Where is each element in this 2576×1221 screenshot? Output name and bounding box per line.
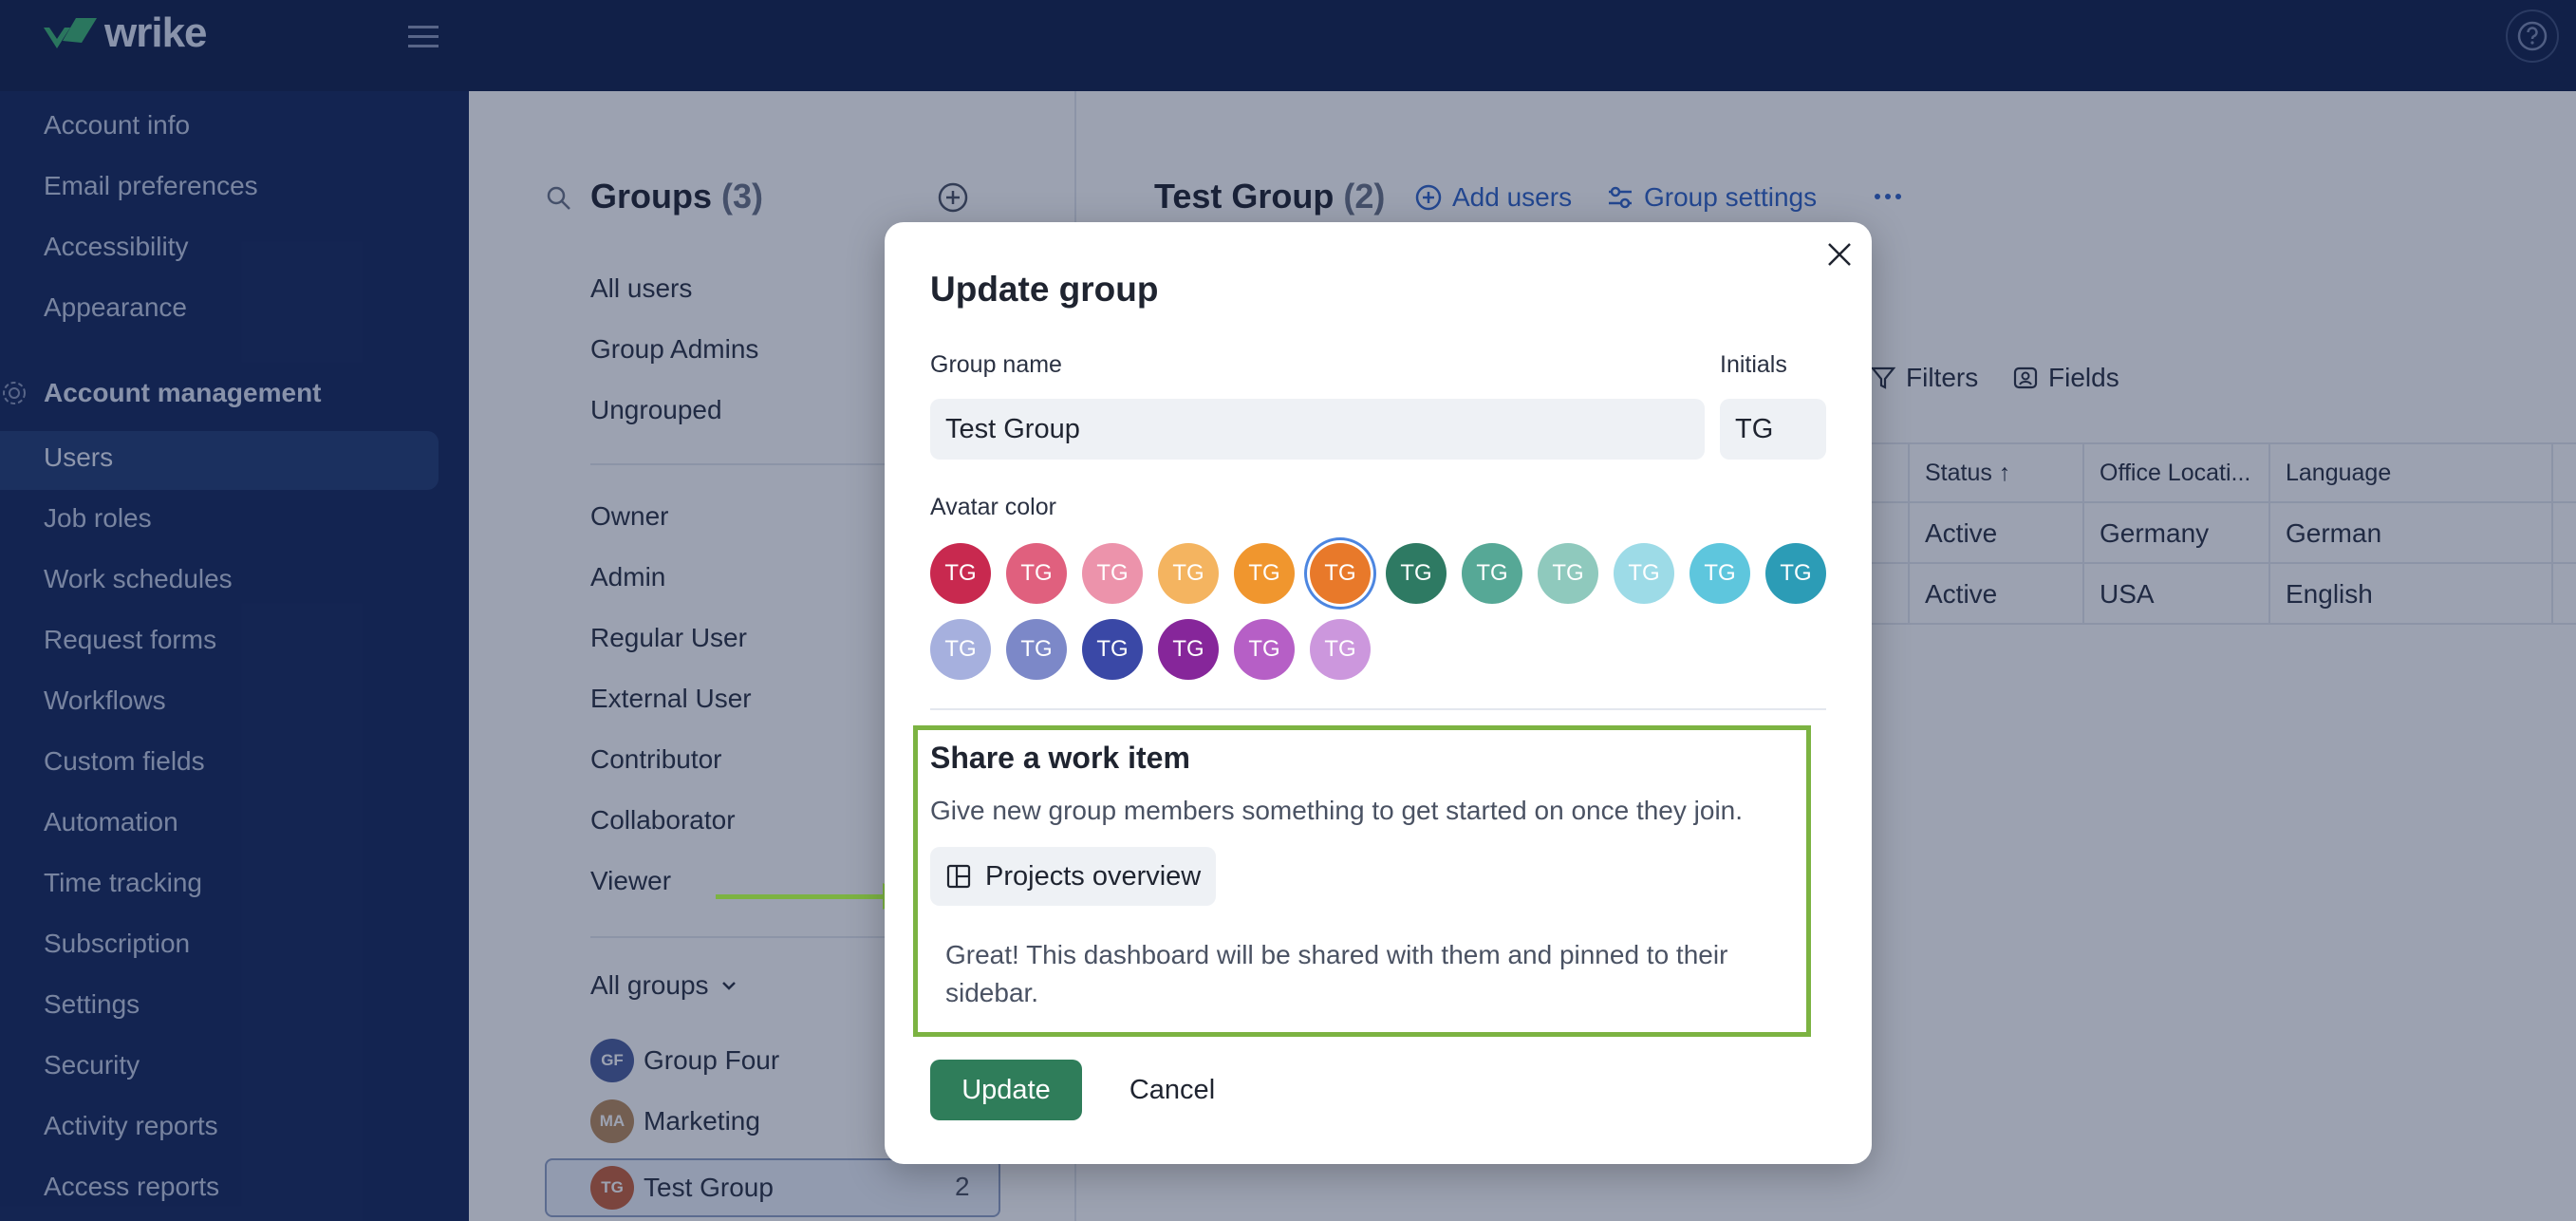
avatar-color-swatch[interactable]: TG (1234, 543, 1295, 604)
avatar-color-swatch[interactable]: TG (930, 619, 991, 680)
avatar-color-swatch[interactable]: TG (1082, 543, 1143, 604)
avatar-color-swatch[interactable]: TG (1614, 543, 1674, 604)
avatar-color-swatch[interactable]: TG (1006, 543, 1067, 604)
work-item-chip[interactable]: Projects overview (930, 847, 1217, 906)
update-group-dialog: Update group Group name Initials Avatar … (885, 222, 1872, 1164)
avatar-color-swatch[interactable]: TG (1386, 543, 1447, 604)
avatar-color-swatch[interactable]: TG (1310, 543, 1371, 604)
avatar-color-swatch[interactable]: TG (1158, 543, 1219, 604)
initials-input[interactable] (1720, 399, 1826, 460)
group-name-input[interactable] (930, 399, 1705, 460)
share-work-item-title: Share a work item (930, 741, 1190, 775)
dialog-title: Update group (930, 270, 1159, 309)
avatar-color-label: Avatar color (930, 494, 1056, 520)
avatar-color-swatch[interactable]: TG (1462, 543, 1522, 604)
initials-label: Initials (1720, 351, 1787, 378)
avatar-color-swatch[interactable]: TG (1538, 543, 1598, 604)
avatar-color-swatch[interactable]: TG (1765, 543, 1826, 604)
update-button[interactable]: Update (930, 1060, 1082, 1120)
avatar-color-swatch[interactable]: TG (1082, 619, 1143, 680)
avatar-color-swatch[interactable]: TG (1689, 543, 1750, 604)
share-work-item-description: Give new group members something to get … (930, 796, 1744, 825)
work-item-chip-label: Projects overview (985, 860, 1202, 892)
cancel-button[interactable]: Cancel (1111, 1060, 1234, 1120)
avatar-color-swatch[interactable]: TG (1158, 619, 1219, 680)
group-name-label: Group name (930, 351, 1062, 378)
avatar-color-swatch[interactable]: TG (1234, 619, 1295, 680)
annotation-arrow (716, 894, 885, 899)
avatar-color-swatch[interactable]: TG (930, 543, 991, 604)
divider (930, 708, 1826, 710)
avatar-color-swatch[interactable]: TG (1310, 619, 1371, 680)
avatar-color-swatch[interactable]: TG (1006, 619, 1067, 680)
dashboard-icon (946, 864, 971, 889)
close-button[interactable] (1820, 235, 1858, 273)
close-icon (1828, 243, 1851, 266)
share-confirmation-note: Great! This dashboard will be shared wit… (945, 940, 1728, 1007)
